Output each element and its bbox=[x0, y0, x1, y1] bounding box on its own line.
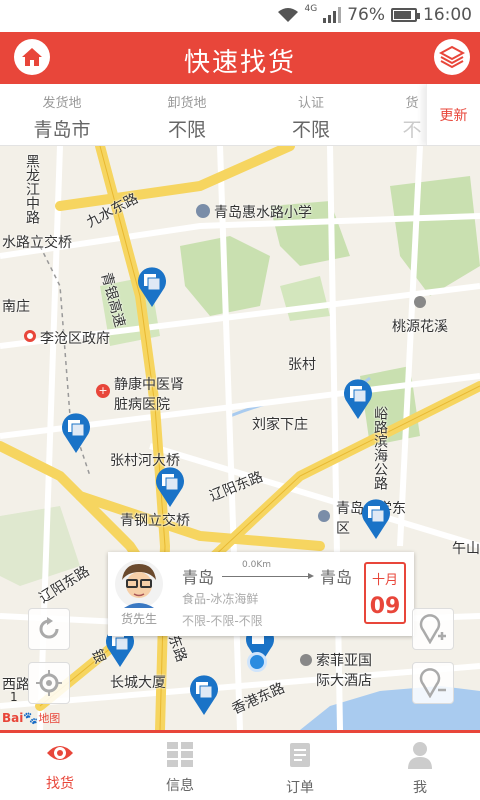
tab-info[interactable]: 信息 bbox=[120, 733, 240, 800]
filter-certification[interactable]: 认证 不限 bbox=[261, 92, 361, 142]
filter-bar: 发货地 青岛市 卸货地 不限 认证 不限 货 不 更新 bbox=[0, 84, 480, 146]
filter-origin-value: 青岛市 bbox=[33, 119, 91, 141]
school-icon bbox=[318, 510, 330, 522]
shipper-name: 货先生 bbox=[120, 612, 157, 626]
locate-icon bbox=[36, 670, 62, 696]
date-badge: 十月 09 bbox=[364, 562, 406, 624]
map-label: 长城大厦 bbox=[110, 675, 166, 691]
filter-origin-label: 发货地 bbox=[42, 96, 82, 111]
cargo-pin[interactable] bbox=[188, 674, 220, 716]
map-label: 青钢立交桥 bbox=[120, 513, 190, 529]
residence-icon bbox=[414, 296, 426, 308]
pin-icon bbox=[344, 379, 372, 419]
map-label: 李沧区政府 bbox=[40, 331, 110, 347]
avatar bbox=[115, 560, 163, 608]
page-title: 快速找货 bbox=[183, 48, 296, 78]
layers-button[interactable] bbox=[434, 39, 470, 75]
map-label: 青岛惠水路小学 bbox=[214, 205, 312, 221]
baidu-paw-icon: 🐾 bbox=[23, 711, 39, 725]
map-label: 桃源花溪 bbox=[392, 319, 448, 335]
bottom-tab-bar: 找货 信息 订单 我 bbox=[0, 730, 480, 800]
school-icon bbox=[196, 204, 210, 218]
map-label: 南庄 bbox=[2, 299, 30, 315]
map-label: 静康中医肾脏病医院 bbox=[114, 377, 184, 413]
zoom-out-icon bbox=[419, 668, 446, 698]
map-label: 黑龙江中路 bbox=[24, 154, 40, 224]
app-header: 快速找货 bbox=[0, 32, 480, 84]
tab-label: 信息 bbox=[166, 778, 194, 794]
tab-find-cargo[interactable]: 找货 bbox=[0, 733, 120, 800]
person-icon bbox=[408, 742, 432, 769]
cargo-type: 食品-冰冻海鲜 bbox=[182, 592, 259, 606]
government-icon bbox=[24, 330, 36, 342]
cargo-info-card[interactable]: 货先生 青岛 0.0Km 青岛 食品-冰冻海鲜 不限-不限-不限 十月 09 bbox=[108, 552, 414, 636]
map-label: 索菲亚国际大酒店 bbox=[316, 653, 372, 689]
clock: 16:00 bbox=[423, 5, 472, 25]
baidu-logo-text: Bai bbox=[2, 711, 24, 725]
zoom-in-button[interactable] bbox=[412, 608, 454, 650]
tab-orders[interactable]: 订单 bbox=[240, 733, 360, 800]
map-label: 午山 bbox=[452, 541, 480, 557]
hotel-icon bbox=[300, 654, 312, 666]
map-view[interactable]: 黑龙江中路 九水东路 青岛惠水路小学 水路立交桥 青银高速 南庄 李沧区政府 桃… bbox=[0, 146, 480, 730]
pin-icon bbox=[62, 413, 90, 453]
cargo-pin[interactable] bbox=[136, 266, 168, 308]
pin-icon bbox=[362, 499, 390, 539]
hospital-icon: + bbox=[96, 384, 110, 398]
current-location-icon bbox=[247, 652, 267, 672]
network-type: 4G bbox=[304, 4, 318, 14]
filter-destination[interactable]: 卸货地 不限 bbox=[137, 92, 237, 142]
pin-icon bbox=[156, 467, 184, 507]
map-label: 水路立交桥 bbox=[2, 235, 72, 251]
route: 青岛 0.0Km 青岛 bbox=[182, 560, 352, 588]
tab-me[interactable]: 我 bbox=[360, 733, 480, 800]
route-destination: 青岛 bbox=[319, 568, 352, 587]
baidu-logo-text2: 地图 bbox=[38, 712, 61, 725]
signal-icon bbox=[323, 7, 342, 23]
filter-destination-label: 卸货地 bbox=[167, 96, 207, 111]
cargo-pin[interactable] bbox=[360, 498, 392, 540]
zoom-in-icon bbox=[419, 614, 446, 644]
tab-label: 找货 bbox=[46, 776, 74, 792]
filter-destination-value: 不限 bbox=[167, 119, 206, 141]
date-month: 十月 bbox=[371, 573, 398, 588]
refresh-icon bbox=[39, 617, 59, 639]
layers-icon bbox=[439, 45, 465, 69]
zoom-out-button[interactable] bbox=[412, 662, 454, 704]
status-bar: 4G 76% 16:00 bbox=[0, 0, 480, 32]
map-label: 刘家下庄 bbox=[252, 417, 308, 433]
battery-percent: 76% bbox=[347, 5, 385, 25]
cargo-pin[interactable] bbox=[342, 378, 374, 420]
cargo-pin[interactable] bbox=[60, 412, 92, 454]
baidu-logo: Bai🐾地图 bbox=[2, 710, 60, 726]
locate-button[interactable] bbox=[28, 662, 70, 704]
grid-icon bbox=[167, 742, 193, 767]
route-origin: 青岛 bbox=[182, 568, 215, 587]
date-day: 09 bbox=[369, 594, 401, 619]
refresh-button[interactable]: 更新 bbox=[426, 84, 480, 145]
wifi-icon bbox=[277, 8, 298, 22]
filter-certification-value: 不限 bbox=[291, 119, 330, 141]
document-icon bbox=[290, 743, 310, 767]
tab-label: 我 bbox=[413, 780, 427, 796]
battery-icon bbox=[391, 8, 420, 22]
eye-icon bbox=[47, 746, 73, 760]
refresh-location-button[interactable] bbox=[28, 608, 70, 650]
pin-icon bbox=[190, 675, 218, 715]
map-label: 张村 bbox=[288, 357, 316, 373]
route-arrow-icon bbox=[222, 573, 314, 579]
tab-label: 订单 bbox=[286, 780, 314, 796]
filter-origin[interactable]: 发货地 青岛市 bbox=[12, 92, 112, 142]
pin-icon bbox=[138, 267, 166, 307]
cargo-specs: 不限-不限-不限 bbox=[182, 614, 263, 628]
route-distance: 0.0Km bbox=[242, 560, 271, 570]
map-scale: 1 bbox=[10, 690, 18, 704]
filter-certification-label: 认证 bbox=[297, 96, 324, 111]
cargo-pin[interactable] bbox=[154, 466, 186, 508]
